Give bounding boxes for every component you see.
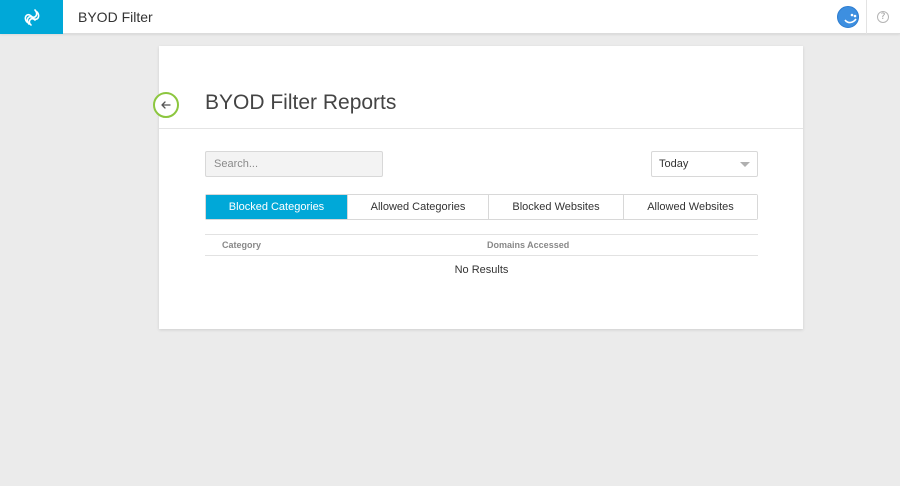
app-title: BYOD Filter bbox=[78, 9, 153, 25]
tab-blocked-categories[interactable]: Blocked Categories bbox=[206, 195, 348, 219]
column-header-category[interactable]: Category bbox=[222, 235, 261, 255]
page-title: BYOD Filter Reports bbox=[205, 91, 397, 114]
help-icon[interactable]: ? bbox=[877, 11, 889, 23]
app-logo[interactable] bbox=[0, 0, 63, 34]
infinity-logo-icon bbox=[24, 9, 39, 26]
tab-allowed-categories[interactable]: Allowed Categories bbox=[348, 195, 489, 219]
search-input[interactable] bbox=[205, 151, 383, 177]
user-avatar[interactable] bbox=[837, 6, 859, 28]
back-button[interactable] bbox=[153, 92, 179, 118]
date-range-value: Today bbox=[659, 158, 689, 170]
top-bar: BYOD Filter ? bbox=[0, 0, 900, 34]
reports-card: BYOD Filter Reports Today Blocked Catego… bbox=[153, 46, 803, 329]
tab-allowed-websites[interactable]: Allowed Websites bbox=[624, 195, 757, 219]
date-range-select[interactable]: Today bbox=[651, 151, 758, 177]
tab-blocked-websites[interactable]: Blocked Websites bbox=[489, 195, 624, 219]
column-header-domains[interactable]: Domains Accessed bbox=[487, 235, 569, 255]
chevron-down-icon bbox=[740, 162, 750, 167]
report-tabs: Blocked Categories Allowed Categories Bl… bbox=[205, 194, 758, 220]
avatar-face-icon bbox=[844, 13, 857, 24]
arrow-left-icon bbox=[161, 101, 171, 109]
card-header: BYOD Filter Reports bbox=[153, 46, 803, 129]
header-divider bbox=[866, 0, 867, 34]
results-table: Category Domains Accessed No Results bbox=[205, 234, 758, 284]
table-header: Category Domains Accessed bbox=[205, 235, 758, 256]
empty-message: No Results bbox=[454, 264, 509, 276]
